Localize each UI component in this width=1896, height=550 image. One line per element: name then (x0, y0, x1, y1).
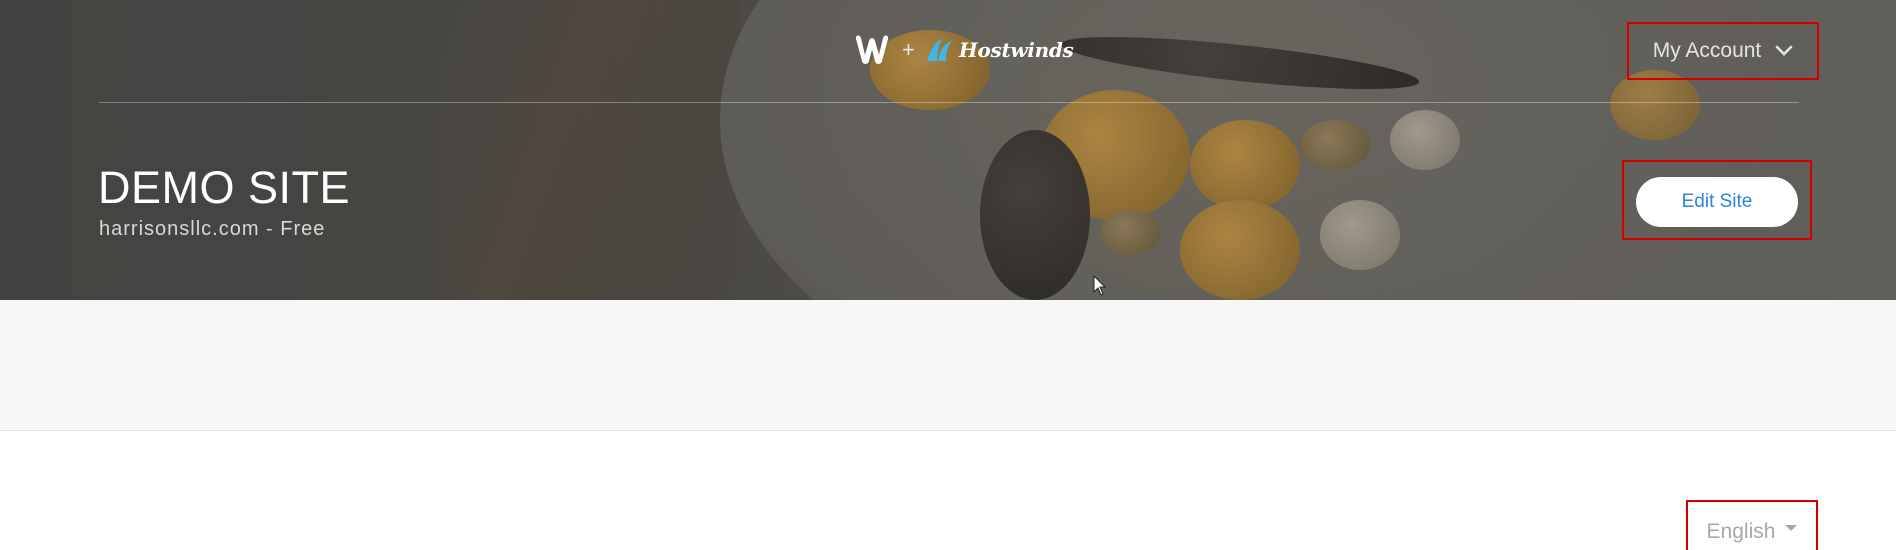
site-domain: harrisonsllc.com (99, 218, 260, 240)
logo-plus-sign: + (902, 37, 915, 62)
hero-banner: + Hostwinds My Account DEMO SITE harriso… (0, 0, 1896, 300)
site-plan-separator: - (266, 218, 274, 240)
content-band (0, 300, 1896, 431)
caret-down-icon (1785, 525, 1798, 531)
site-title: DEMO SITE (98, 162, 351, 213)
hostwinds-logo-text: Hostwinds (958, 38, 1074, 62)
mouse-pointer-icon (1093, 275, 1107, 296)
chevron-down-icon (1775, 45, 1793, 56)
language-label: English (1706, 520, 1776, 543)
site-plan: Free (280, 218, 326, 240)
weebly-logo-icon (852, 33, 892, 67)
site-subtitle: harrisonsllc.com - Free (99, 218, 325, 241)
my-account-button[interactable]: My Account (1627, 22, 1819, 80)
language-selector[interactable]: English (1686, 500, 1818, 550)
header-divider (99, 102, 1799, 103)
edit-site-button[interactable]: Edit Site (1636, 177, 1798, 227)
my-account-label: My Account (1652, 39, 1762, 62)
hostwinds-wave-icon (926, 39, 953, 61)
header-logos: + Hostwinds (852, 32, 1074, 68)
hostwinds-logo: Hostwinds (925, 35, 1074, 65)
